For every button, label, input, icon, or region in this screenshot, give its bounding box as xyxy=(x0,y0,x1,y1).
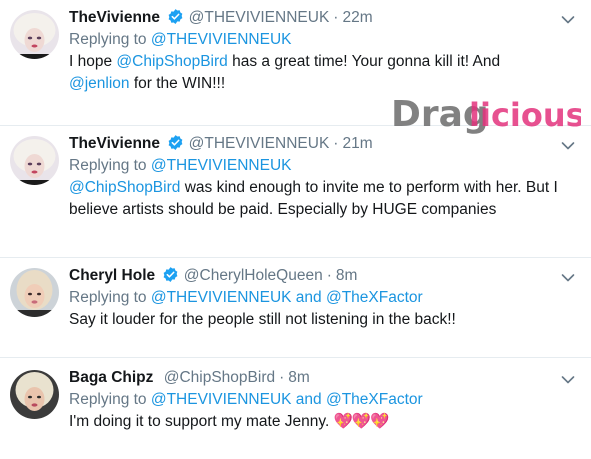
handle[interactable]: @THEVIVIENNEUK xyxy=(189,9,330,26)
reply-mention[interactable]: @TheXFactor xyxy=(326,391,423,408)
avatar-thevivienne[interactable] xyxy=(10,10,59,59)
tweet-text: I'm doing it to support my mate Jenny. 💖… xyxy=(69,411,551,433)
handle[interactable]: @ChipShopBird xyxy=(164,369,275,386)
verified-badge-icon xyxy=(164,267,178,282)
text-part: Say it louder for the people still not l… xyxy=(69,311,456,328)
text-part: I hope xyxy=(69,53,117,70)
avatar-thevivienne[interactable] xyxy=(10,136,59,185)
tweet-header: TheVivienne @THEVIVIENNEUK · 21m xyxy=(69,133,551,155)
tweet-text: Say it louder for the people still not l… xyxy=(69,309,551,331)
avatar-cheryl-hole[interactable] xyxy=(10,268,59,317)
replying-to: Replying to @THEVIVIENNEUK and @TheXFact… xyxy=(69,389,551,411)
replying-to: Replying to @THEVIVIENNEUK xyxy=(69,29,551,51)
mention-link[interactable]: @jenlion xyxy=(69,75,130,92)
replying-to: Replying to @THEVIVIENNEUK xyxy=(69,155,551,177)
mention-link[interactable]: @ChipShopBird xyxy=(116,53,227,70)
sparkling-heart-emoji: 💖💖💖 xyxy=(333,413,390,430)
timestamp[interactable]: 21m xyxy=(342,135,372,152)
text-part: has a great time! Your gonna kill it! An… xyxy=(227,53,501,70)
timestamp[interactable]: 8m xyxy=(288,369,310,386)
separator-dot: · xyxy=(333,135,339,152)
reply-mention[interactable]: @TheXFactor xyxy=(326,289,423,306)
replying-to-label: Replying to xyxy=(69,391,147,408)
tweet-header: Baga Chipz @ChipShopBird · 8m xyxy=(69,367,551,389)
display-name[interactable]: Baga Chipz xyxy=(69,369,153,386)
mention-link[interactable]: @ChipShopBird xyxy=(69,179,180,196)
tweet-4[interactable]: Baga Chipz @ChipShopBird · 8m Replying to … xyxy=(0,358,591,459)
separator-dot: · xyxy=(326,267,332,284)
reply-mention[interactable]: @THEVIVIENNEUK xyxy=(151,157,292,174)
reply-and: and xyxy=(295,391,322,408)
handle[interactable]: @THEVIVIENNEUK xyxy=(189,135,330,152)
chevron-down-icon[interactable] xyxy=(561,273,575,283)
tweet-header: Cheryl Hole @CherylHoleQueen · 8m xyxy=(69,265,551,287)
timestamp[interactable]: 8m xyxy=(336,267,358,284)
display-name[interactable]: Cheryl Hole xyxy=(69,267,155,284)
verified-badge-icon xyxy=(168,135,183,150)
replying-to-label: Replying to xyxy=(69,289,147,306)
separator-dot: · xyxy=(279,369,285,386)
replying-to: Replying to @THEVIVIENNEUK and @TheXFact… xyxy=(69,287,551,309)
handle[interactable]: @CherylHoleQueen xyxy=(184,267,323,284)
replying-to-label: Replying to xyxy=(69,31,147,48)
reply-mention[interactable]: @THEVIVIENNEUK xyxy=(151,391,292,408)
tweet-header: TheVivienne @THEVIVIENNEUK · 22m xyxy=(69,7,551,29)
display-name[interactable]: TheVivienne xyxy=(69,9,160,26)
display-name[interactable]: TheVivienne xyxy=(69,135,160,152)
chevron-down-icon[interactable] xyxy=(561,15,575,25)
chevron-down-icon[interactable] xyxy=(561,375,575,385)
timestamp[interactable]: 22m xyxy=(342,9,372,26)
text-part: for the WIN!!! xyxy=(129,75,226,92)
replying-to-label: Replying to xyxy=(69,157,147,174)
text-part: I'm doing it to support my mate Jenny. xyxy=(69,413,334,430)
reply-mention[interactable]: @THEVIVIENNEUK xyxy=(151,289,292,306)
tweet-2[interactable]: TheVivienne @THEVIVIENNEUK · 21m Replying … xyxy=(0,126,591,258)
reply-and: and xyxy=(295,289,322,306)
avatar-baga-chipz[interactable] xyxy=(10,370,59,419)
chevron-down-icon[interactable] xyxy=(561,141,575,151)
separator-dot: · xyxy=(333,9,339,26)
tweet-3[interactable]: Cheryl Hole @CherylHoleQueen · 8m Replying… xyxy=(0,258,591,358)
tweet-text: @ChipShopBird was kind enough to invite … xyxy=(69,177,569,221)
reply-mention[interactable]: @THEVIVIENNEUK xyxy=(151,31,292,48)
verified-badge-icon xyxy=(168,9,183,24)
